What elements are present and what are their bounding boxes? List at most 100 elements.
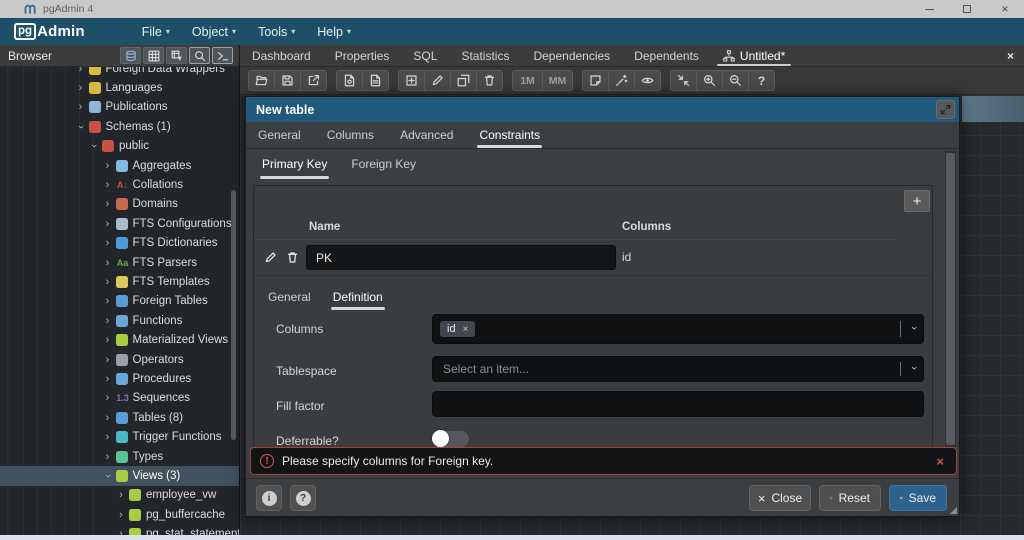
tab-sql[interactable]: SQL — [401, 45, 449, 66]
chevron-down-icon[interactable]: › — [88, 139, 100, 153]
chevron-right-icon[interactable]: › — [114, 489, 128, 501]
inner-tab-general[interactable]: General — [268, 284, 311, 310]
search-button[interactable] — [189, 47, 210, 64]
chevron-right-icon[interactable]: › — [101, 237, 115, 249]
zoom-out-button[interactable] — [722, 70, 749, 91]
add-node-button[interactable] — [398, 70, 425, 91]
download-image-button[interactable] — [362, 70, 389, 91]
maximize-button[interactable] — [948, 0, 986, 18]
tree-item-tables-8[interactable]: ›Tables (8) — [0, 408, 239, 427]
chevron-right-icon[interactable]: › — [101, 412, 115, 424]
chip-remove-icon[interactable]: × — [463, 324, 469, 335]
dialog-help-button[interactable]: ? — [290, 485, 316, 511]
chevron-right-icon[interactable]: › — [74, 67, 88, 75]
chevron-right-icon[interactable]: › — [101, 276, 115, 288]
tab-dependencies[interactable]: Dependencies — [521, 45, 622, 66]
menu-tools[interactable]: Tools▾ — [247, 25, 306, 39]
chevron-right-icon[interactable]: › — [74, 82, 88, 94]
constraint-name-input[interactable] — [306, 245, 616, 270]
error-close-button[interactable]: × — [936, 454, 944, 469]
chevron-right-icon[interactable]: › — [101, 179, 115, 191]
save-file-button[interactable] — [274, 70, 301, 91]
chevron-right-icon[interactable]: › — [101, 160, 115, 172]
dialog-scrollbar[interactable] — [945, 151, 956, 447]
inner-tab-definition[interactable]: Definition — [333, 284, 383, 310]
tree-item-foreign-tables[interactable]: ›Foreign Tables — [0, 292, 239, 311]
minimize-button[interactable] — [910, 0, 948, 18]
deferrable-toggle[interactable] — [432, 431, 469, 447]
fill-factor-input[interactable] — [432, 391, 924, 417]
tree-item-fts-dictionaries[interactable]: ›FTS Dictionaries — [0, 234, 239, 253]
zoom-in-button[interactable] — [696, 70, 723, 91]
chevron-right-icon[interactable]: › — [101, 451, 115, 463]
grid-button[interactable] — [143, 47, 164, 64]
tab-constraints[interactable]: Constraints — [479, 122, 540, 148]
tree-item-functions[interactable]: ›Functions — [0, 311, 239, 330]
save-button[interactable]: Save — [889, 485, 947, 511]
export-button[interactable] — [300, 70, 327, 91]
tree-item-collations[interactable]: ›A↓Collations — [0, 175, 239, 194]
tree-item-pg-buffercache[interactable]: ›pg_buffercache — [0, 505, 239, 524]
tree-item-schemas-1[interactable]: ›Schemas (1) — [0, 117, 239, 136]
tab-columns[interactable]: Columns — [327, 122, 374, 148]
tree-item-aggregates[interactable]: ›Aggregates — [0, 156, 239, 175]
tree-item-public[interactable]: ›public — [0, 137, 239, 156]
dialog-header[interactable]: New table — [246, 97, 959, 122]
chevron-right-icon[interactable]: › — [101, 334, 115, 346]
chevron-down-icon[interactable]: › — [102, 469, 114, 483]
many-to-many-button[interactable]: MM — [542, 70, 573, 91]
chevron-right-icon[interactable]: › — [101, 295, 115, 307]
add-constraint-button[interactable]: + — [904, 190, 930, 212]
edit-row-button[interactable] — [261, 248, 279, 266]
menu-file[interactable]: File▾ — [131, 25, 181, 39]
tree-item-domains[interactable]: ›Domains — [0, 195, 239, 214]
tab-untitled[interactable]: Untitled* — [711, 45, 797, 66]
menu-help[interactable]: Help▾ — [306, 25, 362, 39]
subtab-primary-key[interactable]: Primary Key — [262, 149, 327, 179]
subtab-foreign-key[interactable]: Foreign Key — [351, 149, 416, 179]
browser-scrollbar[interactable] — [231, 190, 236, 440]
delete-row-button[interactable] — [283, 248, 301, 266]
zoom-fit-button[interactable] — [670, 70, 697, 91]
delete-node-button[interactable] — [476, 70, 503, 91]
chevron-down-icon[interactable]: › — [75, 120, 87, 134]
tree-item-fts-parsers[interactable]: ›AaFTS Parsers — [0, 253, 239, 272]
chevron-right-icon[interactable]: › — [101, 392, 115, 404]
one-to-many-button[interactable]: 1M — [512, 70, 543, 91]
tree-item-languages[interactable]: ›Languages — [0, 78, 239, 97]
tab-advanced[interactable]: Advanced — [400, 122, 453, 148]
dialog-expand-button[interactable] — [936, 100, 955, 119]
reset-button[interactable]: Reset — [819, 485, 881, 511]
tree-item-employee-vw[interactable]: ›employee_vw — [0, 486, 239, 505]
help-button[interactable]: ? — [748, 70, 775, 91]
chevron-right-icon[interactable]: › — [101, 431, 115, 443]
tree-item-procedures[interactable]: ›Procedures — [0, 369, 239, 388]
tablespace-select[interactable]: Select an item... › — [432, 356, 924, 382]
tab-statistics[interactable]: Statistics — [449, 45, 521, 66]
tree-item-foreign-data-wrappers[interactable]: ›Foreign Data Wrappers — [0, 67, 239, 78]
database-button[interactable] — [120, 47, 141, 64]
chevron-right-icon[interactable]: › — [101, 373, 115, 385]
window-close-button[interactable]: × — [986, 0, 1024, 18]
close-button[interactable]: ×Close — [749, 485, 811, 511]
chevron-right-icon[interactable]: › — [101, 198, 115, 210]
chevron-right-icon[interactable]: › — [101, 315, 115, 327]
tree-item-materialized-views[interactable]: ›Materialized Views — [0, 330, 239, 349]
tab-dashboard[interactable]: Dashboard — [240, 45, 323, 66]
tab-properties[interactable]: Properties — [323, 45, 402, 66]
tree-item-views-3[interactable]: ›Views (3) — [0, 466, 239, 485]
tree-item-publications[interactable]: ›Publications — [0, 98, 239, 117]
tab-general[interactable]: General — [258, 122, 301, 148]
add-note-button[interactable] — [582, 70, 609, 91]
open-file-button[interactable] — [248, 70, 275, 91]
chevron-right-icon[interactable]: › — [101, 257, 115, 269]
tree-item-sequences[interactable]: ›1.3Sequences — [0, 389, 239, 408]
terminal-button[interactable] — [212, 47, 233, 64]
menu-object[interactable]: Object▾ — [181, 25, 247, 39]
filter-grid-button[interactable] — [166, 47, 187, 64]
tree-item-trigger-functions[interactable]: ›Trigger Functions — [0, 427, 239, 446]
chevron-right-icon[interactable]: › — [101, 218, 115, 230]
show-details-button[interactable] — [634, 70, 661, 91]
columns-select[interactable]: id × › — [432, 314, 924, 344]
sql-help-button[interactable]: i — [256, 485, 282, 511]
